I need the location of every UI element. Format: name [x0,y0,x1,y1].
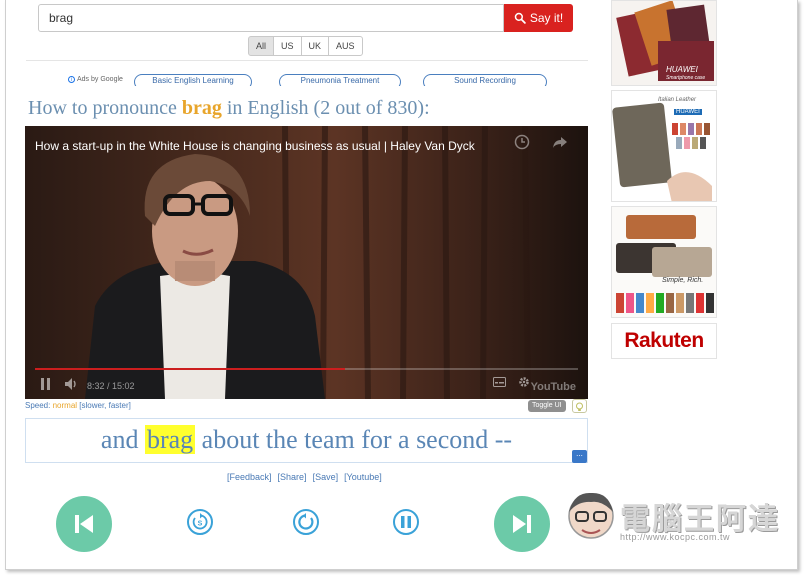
watch-later-icon[interactable] [514,134,530,150]
accent-us[interactable]: US [273,36,302,56]
youtube-link[interactable]: [Youtube] [344,472,382,482]
video-time: 8:32 / 15:02 [87,381,135,391]
speed-options[interactable]: [slower, faster] [79,401,131,410]
svg-text:S: S [198,521,203,528]
say-it-label: Say it! [529,11,564,25]
info-icon: i [68,76,75,83]
video-controls: 8:32 / 15:02 [25,373,588,399]
pause-icon[interactable] [41,377,51,395]
video-top-icons [514,134,568,150]
title-word: brag [181,97,222,119]
replay-icon [298,513,314,530]
ad-link-basic-english[interactable]: Basic English Learning [134,74,252,86]
pause-icon [401,516,411,528]
replay-button[interactable] [293,509,319,535]
ad-image-1[interactable]: HUAWEI Smartphone case [611,0,717,86]
pause-button[interactable] [393,509,419,535]
video-player[interactable]: How a start-up in the White House is cha… [25,126,588,399]
feedback-link[interactable]: [Feedback] [227,472,272,482]
watermark: 電腦王阿達 http://www.kocpc.com.tw [564,490,784,550]
search-input[interactable] [38,4,504,32]
video-progress-bar[interactable] [35,368,578,370]
next-button[interactable] [494,496,550,552]
video-title[interactable]: How a start-up in the White House is cha… [35,139,475,153]
search-icon [514,12,526,24]
lightbulb-icon[interactable] [572,399,587,413]
action-links: [Feedback] [Share] [Save] [Youtube] [227,472,382,482]
watermark-url: http://www.kocpc.com.tw [620,532,731,542]
skip-previous-icon [75,515,93,533]
page-frame: Say it! All US UK AUS i Ads by Google Ba… [5,0,798,570]
slow-replay-button[interactable]: S [187,509,213,535]
speed-control: Speed: normal [slower, faster] [25,401,131,410]
rakuten-logo[interactable]: Rakuten [611,323,717,359]
captions-icon[interactable] [493,374,506,392]
accent-uk[interactable]: UK [300,36,330,56]
ads-by-google[interactable]: i Ads by Google [68,76,123,83]
mascot-icon [568,492,614,539]
accent-aus[interactable]: AUS [328,36,363,56]
youtube-logo[interactable]: YouTube [531,381,576,393]
accent-filter: All US UK AUS [248,36,363,56]
volume-icon[interactable] [65,377,79,395]
search-bar: Say it! [38,4,574,32]
skip-next-icon [513,515,531,533]
caption-highlight-word: brag [144,425,196,454]
ad-link-pneumonia[interactable]: Pneumonia Treatment [279,74,401,86]
save-link[interactable]: [Save] [313,472,339,482]
video-progress-fill [35,368,345,370]
video-frame [25,126,588,399]
toggle-ui-button[interactable]: Toggle UI [528,400,566,412]
sidebar-ad[interactable]: HUAWEI Smartphone case Italian Leather H… [611,0,717,360]
page-title: How to pronounce brag in English (2 out … [28,97,430,119]
replay-slow-icon: S [192,513,208,530]
ad-link-sound-recording[interactable]: Sound Recording [423,74,547,86]
share-icon[interactable] [552,134,568,150]
settings-gear-icon[interactable] [518,375,530,393]
speed-value: normal [52,401,78,410]
ad-image-2[interactable]: Italian Leather HUAWEI [611,90,717,202]
caption-box: and brag about the team for a second -- … [25,418,588,463]
divider [26,60,588,61]
previous-button[interactable] [56,496,112,552]
accent-all[interactable]: All [248,36,275,56]
caption-text: and brag about the team for a second -- [100,425,513,454]
say-it-button[interactable]: Say it! [504,4,573,32]
ad-image-3[interactable]: Simple, Rich. [611,206,717,318]
share-link[interactable]: [Share] [278,472,307,482]
ad-links-row: i Ads by Google Basic English Learning P… [68,74,588,86]
caption-more-button[interactable]: ... [572,450,587,463]
